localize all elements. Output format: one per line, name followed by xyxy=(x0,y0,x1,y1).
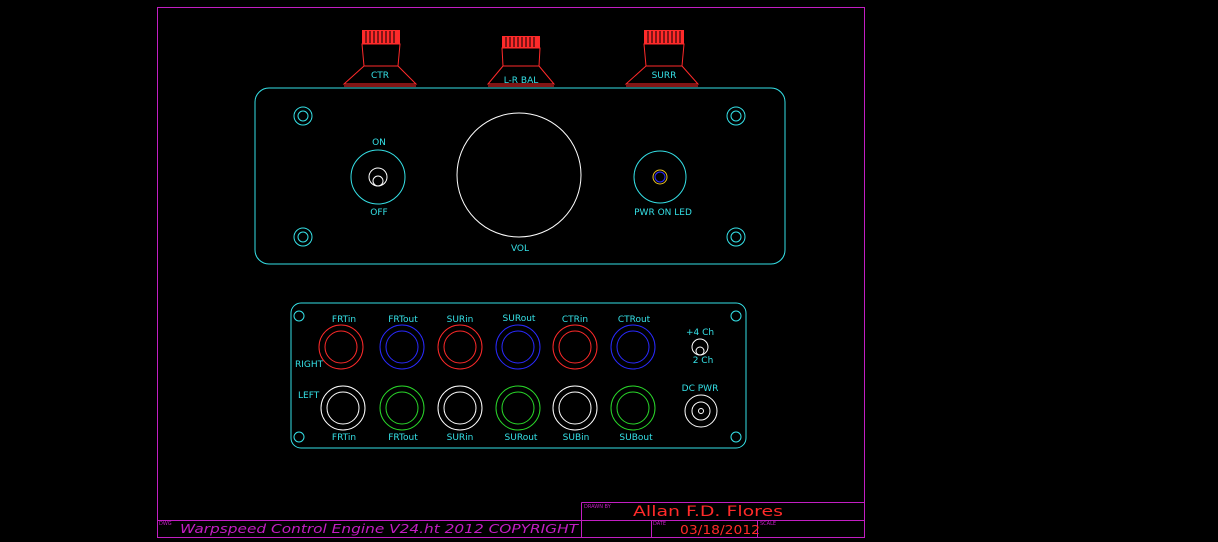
jack-frt-in-right xyxy=(318,324,364,370)
jack-ctr-out xyxy=(610,324,656,370)
power-toggle-switch xyxy=(350,149,406,205)
jack-sub-out xyxy=(610,385,656,431)
rear-panel-screw-bottom-right xyxy=(730,431,742,443)
jack-sur-out-right xyxy=(495,324,541,370)
jack-frt-in-left xyxy=(320,385,366,431)
dc-power-jack xyxy=(684,394,718,428)
ctr-knob: CTR xyxy=(342,30,418,87)
label-sur-out-bottom: SURout xyxy=(505,433,538,443)
lr-bal-label: L-R BAL xyxy=(504,76,539,86)
scale-tag: SCALE xyxy=(760,521,776,527)
vol-label: VOL xyxy=(511,244,529,254)
front-panel-outline xyxy=(254,87,786,265)
jack-sur-out-left xyxy=(495,385,541,431)
drawing-border xyxy=(157,7,865,538)
drawing-date: 03/18/2012 xyxy=(680,523,760,537)
jack-ctr-in xyxy=(552,324,598,370)
jack-frt-out-left xyxy=(379,385,425,431)
label-frt-out-top: FRTout xyxy=(388,315,418,325)
front-panel-screw-top-left xyxy=(293,106,313,126)
left-channel-label: LEFT xyxy=(298,391,320,401)
surr-knob: SURR xyxy=(624,30,700,87)
lr-bal-knob: L-R BAL xyxy=(486,36,556,87)
label-ctr-in-top: CTRin xyxy=(562,315,588,325)
label-frt-in-top: FRTin xyxy=(332,315,356,325)
dc-pwr-label: DC PWR xyxy=(682,384,719,394)
off-label: OFF xyxy=(370,208,387,218)
date-tag: DATE xyxy=(653,521,666,527)
front-panel-screw-bottom-right xyxy=(726,227,746,247)
schematic-drawing: CTR L-R BAL SURR ON OFF VOL PWR ON LED R… xyxy=(157,7,865,538)
on-label: ON xyxy=(372,138,386,148)
label-sur-out-top: SURout xyxy=(503,314,536,324)
four-ch-label: +4 Ch xyxy=(686,328,714,338)
volume-knob xyxy=(456,112,582,238)
dwg-tag: DWG xyxy=(159,521,172,527)
label-sub-in-bottom: SUBin xyxy=(563,433,590,443)
rear-panel-screw-top-left xyxy=(293,310,305,322)
pwr-led-label: PWR ON LED xyxy=(634,208,692,218)
channel-mode-switch xyxy=(691,338,709,356)
drawing-title: Warpspeed Control Engine V24.ht 2012 COP… xyxy=(180,522,580,536)
label-sub-out-bottom: SUBout xyxy=(619,433,653,443)
jack-sur-in-right xyxy=(437,324,483,370)
drawn-by-tag: DRAWN BY xyxy=(584,504,612,510)
label-frt-in-bottom: FRTin xyxy=(332,433,356,443)
label-sur-in-bottom: SURin xyxy=(447,433,474,443)
jack-frt-out-right xyxy=(379,324,425,370)
jack-sur-in-left xyxy=(437,385,483,431)
front-panel-screw-bottom-left xyxy=(293,227,313,247)
rear-panel-screw-top-right xyxy=(730,310,742,322)
label-frt-out-bottom: FRTout xyxy=(388,433,418,443)
author-name: Allan F.D. Flores xyxy=(633,504,783,520)
two-ch-label: 2 Ch xyxy=(693,356,714,366)
front-panel-screw-top-right xyxy=(726,106,746,126)
surr-label: SURR xyxy=(652,71,677,81)
power-led xyxy=(633,150,687,204)
right-channel-label: RIGHT xyxy=(295,360,324,370)
ctr-label: CTR xyxy=(371,71,389,81)
label-sur-in-top: SURin xyxy=(447,315,474,325)
label-ctr-out-top: CTRout xyxy=(618,315,651,325)
jack-sub-in xyxy=(552,385,598,431)
rear-panel-screw-bottom-left xyxy=(293,431,305,443)
